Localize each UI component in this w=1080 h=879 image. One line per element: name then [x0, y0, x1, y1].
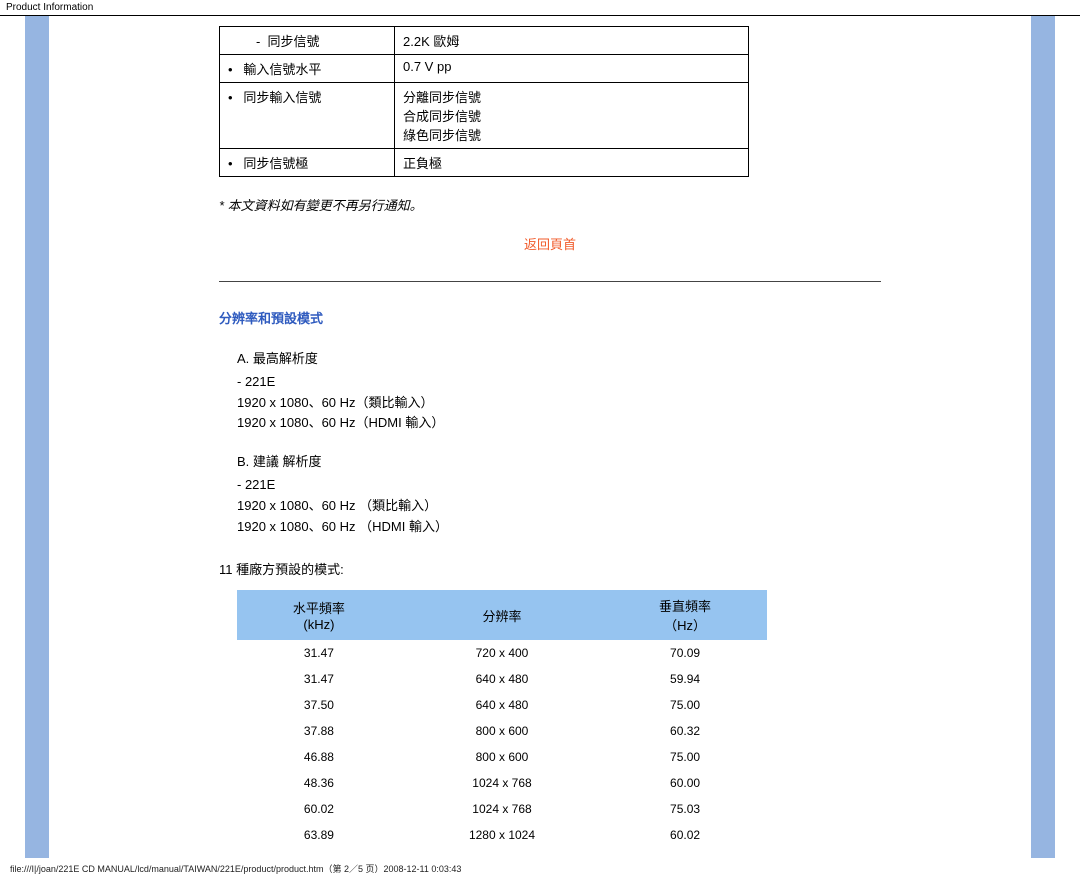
- mode-cell-res: 800 x 600: [401, 718, 603, 744]
- mode-cell-res: 640 x 480: [401, 666, 603, 692]
- mode-cell-vfreq: 75.03: [603, 796, 767, 822]
- resolution-details: A. 最高解析度- 221E1920 x 1080、60 Hz（類比輸入）192…: [219, 349, 881, 537]
- spec-value-cell: 分離同步信號合成同步信號綠色同步信號: [395, 83, 749, 149]
- mode-cell-vfreq: 75.00: [603, 744, 767, 770]
- spec-label-cell: - 同步信號: [220, 27, 395, 55]
- table-row: 31.47640 x 48059.94: [237, 666, 767, 692]
- col-resolution: 分辨率: [401, 590, 603, 640]
- spec-row: • 同步信號極正負極: [220, 149, 749, 177]
- mode-cell-vfreq: 59.94: [603, 666, 767, 692]
- col-vertical-freq: 垂直頻率 （Hz）: [603, 590, 767, 640]
- mode-cell-res: 800 x 600: [401, 744, 603, 770]
- page-footer-path: file:///I|/joan/221E CD MANUAL/lcd/manua…: [0, 858, 1080, 879]
- mode-cell-hfreq: 46.88: [237, 744, 401, 770]
- page-header-title: Product Information: [6, 2, 93, 13]
- table-row: 60.021024 x 76875.03: [237, 796, 767, 822]
- modes-header-row: 水平頻率 (kHz) 分辨率 垂直頻率 （Hz）: [237, 590, 767, 640]
- resolution-block: A. 最高解析度- 221E1920 x 1080、60 Hz（類比輸入）192…: [237, 349, 881, 434]
- change-notice: * 本文資料如有變更不再另行通知。: [219, 195, 881, 214]
- spec-value-cell: 0.7 V pp: [395, 55, 749, 83]
- back-to-top-link[interactable]: 返回頁首: [219, 234, 881, 253]
- mode-cell-res: 1024 x 768: [401, 770, 603, 796]
- mode-cell-hfreq: 60.02: [237, 796, 401, 822]
- resolution-block-label: B. 建議 解析度: [237, 452, 881, 473]
- spec-value-cell: 正負極: [395, 149, 749, 177]
- mode-cell-res: 640 x 480: [401, 692, 603, 718]
- col-horizontal-freq: 水平頻率 (kHz): [237, 590, 401, 640]
- mode-cell-res: 1024 x 768: [401, 796, 603, 822]
- col-hfreq-line1: 水平頻率: [293, 601, 345, 616]
- left-color-strip: [25, 16, 49, 858]
- resolution-line: 1920 x 1080、60 Hz（類比輸入）: [237, 393, 881, 414]
- spec-row: - 同步信號2.2K 歐姆: [220, 27, 749, 55]
- table-row: 31.47720 x 40070.09: [237, 640, 767, 666]
- resolution-model: - 221E: [237, 475, 881, 496]
- mode-cell-vfreq: 60.00: [603, 770, 767, 796]
- mode-cell-hfreq: 31.47: [237, 666, 401, 692]
- spec-value-cell: 2.2K 歐姆: [395, 27, 749, 55]
- table-row: 37.50640 x 48075.00: [237, 692, 767, 718]
- spec-row: • 同步輸入信號分離同步信號合成同步信號綠色同步信號: [220, 83, 749, 149]
- mode-cell-hfreq: 37.50: [237, 692, 401, 718]
- col-vfreq-line1: 垂直頻率: [659, 599, 711, 614]
- table-row: 48.361024 x 76860.00: [237, 770, 767, 796]
- mode-cell-hfreq: 63.89: [237, 822, 401, 848]
- table-row: 37.88800 x 60060.32: [237, 718, 767, 744]
- col-hfreq-line2: (kHz): [303, 617, 334, 632]
- right-color-strip: [1031, 16, 1055, 858]
- resolution-model: - 221E: [237, 372, 881, 393]
- page-body: - 同步信號2.2K 歐姆• 輸入信號水平0.7 V pp• 同步輸入信號分離同…: [0, 16, 1080, 858]
- spec-label-cell: • 同步輸入信號: [220, 83, 395, 149]
- page-header: Product Information: [0, 0, 1080, 16]
- main-content: - 同步信號2.2K 歐姆• 輸入信號水平0.7 V pp• 同步輸入信號分離同…: [49, 16, 1031, 858]
- mode-cell-res: 1280 x 1024: [401, 822, 603, 848]
- resolution-block: B. 建議 解析度- 221E1920 x 1080、60 Hz （類比輸入）1…: [237, 452, 881, 537]
- mode-cell-hfreq: 48.36: [237, 770, 401, 796]
- preset-modes-table: 水平頻率 (kHz) 分辨率 垂直頻率 （Hz） 31.47720 x 4007…: [237, 590, 767, 848]
- resolution-block-label: A. 最高解析度: [237, 349, 881, 370]
- spec-table: - 同步信號2.2K 歐姆• 輸入信號水平0.7 V pp• 同步輸入信號分離同…: [219, 26, 749, 177]
- section-heading-resolution: 分辨率和預設模式: [219, 308, 881, 327]
- resolution-line: 1920 x 1080、60 Hz（HDMI 輸入）: [237, 413, 881, 434]
- preset-modes-title: 11 種廠方預設的模式:: [219, 559, 881, 578]
- col-vfreq-line2: （Hz）: [664, 618, 706, 633]
- spec-label-cell: • 同步信號極: [220, 149, 395, 177]
- table-row: 63.891280 x 102460.02: [237, 822, 767, 848]
- mode-cell-vfreq: 60.32: [603, 718, 767, 744]
- spec-row: • 輸入信號水平0.7 V pp: [220, 55, 749, 83]
- spec-label-cell: • 輸入信號水平: [220, 55, 395, 83]
- mode-cell-hfreq: 31.47: [237, 640, 401, 666]
- mode-cell-vfreq: 70.09: [603, 640, 767, 666]
- mode-cell-vfreq: 75.00: [603, 692, 767, 718]
- resolution-line: 1920 x 1080、60 Hz （HDMI 輸入）: [237, 517, 881, 538]
- section-divider: [219, 281, 881, 282]
- resolution-line: 1920 x 1080、60 Hz （類比輸入）: [237, 496, 881, 517]
- table-row: 46.88800 x 60075.00: [237, 744, 767, 770]
- mode-cell-vfreq: 60.02: [603, 822, 767, 848]
- mode-cell-res: 720 x 400: [401, 640, 603, 666]
- mode-cell-hfreq: 37.88: [237, 718, 401, 744]
